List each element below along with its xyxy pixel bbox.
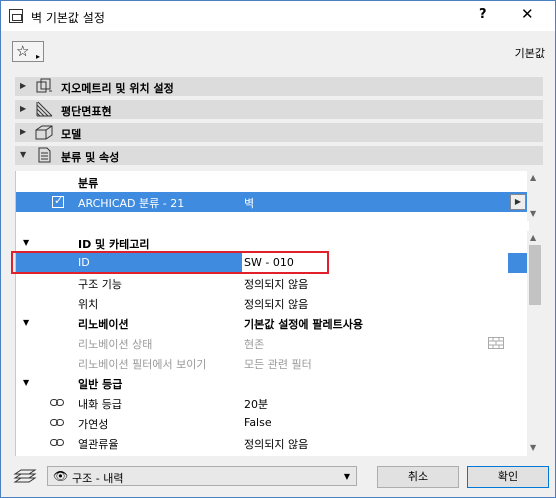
property-value: 현존 xyxy=(244,338,265,351)
layer-select[interactable]: 👁 구조 - 내력 ▼ xyxy=(47,466,357,486)
property-label: 위치 xyxy=(78,298,99,311)
expanded-triangle-icon: ▼ xyxy=(23,238,30,247)
layer-value: 구조 - 내력 xyxy=(72,472,124,485)
star-icon: ☆ xyxy=(16,42,30,60)
collapsed-triangle-icon: ▶ xyxy=(20,81,27,90)
properties-panel: 분류 ARCHICAD 분류 - 21 벽 ▶ ▼ ID 및 카테고리 ID S… xyxy=(15,171,529,456)
section-label: 모델 xyxy=(61,128,82,141)
classification-value: 벽 xyxy=(244,197,255,210)
group-value[interactable]: 기본값 설정에 팔레트사용 xyxy=(244,316,363,332)
property-row-structural-function[interactable]: 구조 기능 정의되지 않음 xyxy=(16,273,528,293)
section-label: 분류 및 속성 xyxy=(61,151,120,164)
chevron-down-icon[interactable]: ▼ xyxy=(530,209,536,218)
collapsed-triangle-icon: ▶ xyxy=(20,127,27,136)
group-label: ID 및 카테고리 xyxy=(78,238,150,251)
group-id-category[interactable]: ▼ ID 및 카테고리 xyxy=(16,233,528,253)
property-value: 모든 관련 필터 xyxy=(244,358,312,371)
ok-button[interactable]: 확인 xyxy=(467,466,549,488)
section-classification[interactable]: ▼ 분류 및 속성 xyxy=(15,146,543,165)
section-floorplan[interactable]: ▶ 평단면표현 xyxy=(15,100,543,119)
geometry-icon xyxy=(36,78,52,93)
property-row-thermal[interactable]: 열관류율 정의되지 않음 xyxy=(16,433,528,453)
collapsed-triangle-icon: ▶ xyxy=(20,104,27,113)
default-label: 기본값 xyxy=(514,47,545,60)
property-row-position[interactable]: 위치 정의되지 않음 xyxy=(16,293,528,313)
link-icon xyxy=(50,439,64,446)
section-label: 지오메트리 및 위치 설정 xyxy=(61,82,174,95)
chevron-right-icon: ▸ xyxy=(35,52,40,61)
property-label: 리노베이션 필터에서 보이기 xyxy=(78,358,207,371)
property-label: 내화 등급 xyxy=(78,398,122,411)
property-label: 리노베이션 상태 xyxy=(78,338,153,351)
id-highlight-box xyxy=(11,251,329,274)
classification-name: ARCHICAD 분류 - 21 xyxy=(78,197,185,210)
favorites-button[interactable]: ☆ ▸ xyxy=(12,41,44,62)
title-bar: 벽 기본값 설정 ? ✕ xyxy=(1,1,555,31)
cancel-button[interactable]: 취소 xyxy=(377,466,459,488)
layers-icon xyxy=(13,469,37,483)
classification-header: 분류 xyxy=(78,177,99,190)
bottom-bar: 👁 구조 - 내력 ▼ 취소 확인 xyxy=(1,459,555,497)
wall-tool-icon xyxy=(9,9,23,23)
model-box-icon xyxy=(35,125,53,140)
floorplan-hatch-icon xyxy=(36,101,53,117)
brick-icon xyxy=(488,337,504,349)
chevron-right-icon[interactable]: ▶ xyxy=(510,194,526,210)
property-label: 가연성 xyxy=(78,418,109,431)
property-value[interactable]: 정의되지 않음 xyxy=(244,276,308,292)
property-value[interactable]: False xyxy=(244,416,272,429)
group-label: 리노베이션 xyxy=(78,318,129,331)
section-geometry[interactable]: ▶ 지오메트리 및 위치 설정 xyxy=(15,77,543,96)
chevron-up-icon[interactable]: ▲ xyxy=(530,173,536,182)
scrollbar-thumb[interactable] xyxy=(529,245,541,305)
chevron-down-icon: ▼ xyxy=(343,472,350,481)
eye-icon: 👁 xyxy=(53,469,69,483)
property-value[interactable]: 20분 xyxy=(244,396,268,412)
close-button[interactable]: ✕ xyxy=(521,5,534,23)
property-label: 열관류율 xyxy=(78,438,119,451)
properties-scrollbar[interactable]: ▲ ▼ xyxy=(527,231,543,456)
group-renovation[interactable]: ▼ 리노베이션 기본값 설정에 팔레트사용 xyxy=(16,313,528,333)
chevron-down-icon[interactable]: ▼ xyxy=(530,443,536,452)
section-model[interactable]: ▶ 모델 xyxy=(15,123,543,142)
row-edit-indicator xyxy=(508,253,528,273)
group-general[interactable]: ▼ 일반 등급 xyxy=(16,373,528,393)
chevron-up-icon[interactable]: ▲ xyxy=(530,233,536,242)
expanded-triangle-icon: ▼ xyxy=(23,378,30,387)
group-label: 일반 등급 xyxy=(78,378,123,391)
property-value[interactable]: 정의되지 않음 xyxy=(244,296,308,312)
property-row-combustibility[interactable]: 가연성 False xyxy=(16,413,528,433)
help-button[interactable]: ? xyxy=(479,7,487,22)
classification-scrollbar[interactable]: ▲ ▼ xyxy=(527,171,543,221)
property-row-renovation-filter: 리노베이션 필터에서 보이기 모든 관련 필터 xyxy=(16,353,528,373)
section-label: 평단면표현 xyxy=(61,105,112,118)
property-row-renovation-status: 리노베이션 상태 현존 xyxy=(16,333,528,353)
link-icon xyxy=(50,399,64,406)
wall-default-settings-dialog: 벽 기본값 설정 ? ✕ ☆ ▸ 기본값 ▶ 지오메트리 및 위치 설정 ▶ 평… xyxy=(0,0,556,498)
property-label: 구조 기능 xyxy=(78,278,122,291)
window-title: 벽 기본값 설정 xyxy=(31,11,105,25)
property-row-fire-rating[interactable]: 내화 등급 20분 xyxy=(16,393,528,413)
property-value[interactable]: 정의되지 않음 xyxy=(244,436,308,452)
document-list-icon xyxy=(38,147,51,163)
expanded-triangle-icon: ▼ xyxy=(23,318,30,327)
classification-row[interactable]: ARCHICAD 분류 - 21 벽 ▶ xyxy=(16,192,528,212)
classification-header-row: 분류 xyxy=(16,172,528,192)
link-icon xyxy=(50,419,64,426)
expanded-triangle-icon: ▼ xyxy=(20,150,27,159)
classification-checkbox[interactable] xyxy=(52,194,64,208)
